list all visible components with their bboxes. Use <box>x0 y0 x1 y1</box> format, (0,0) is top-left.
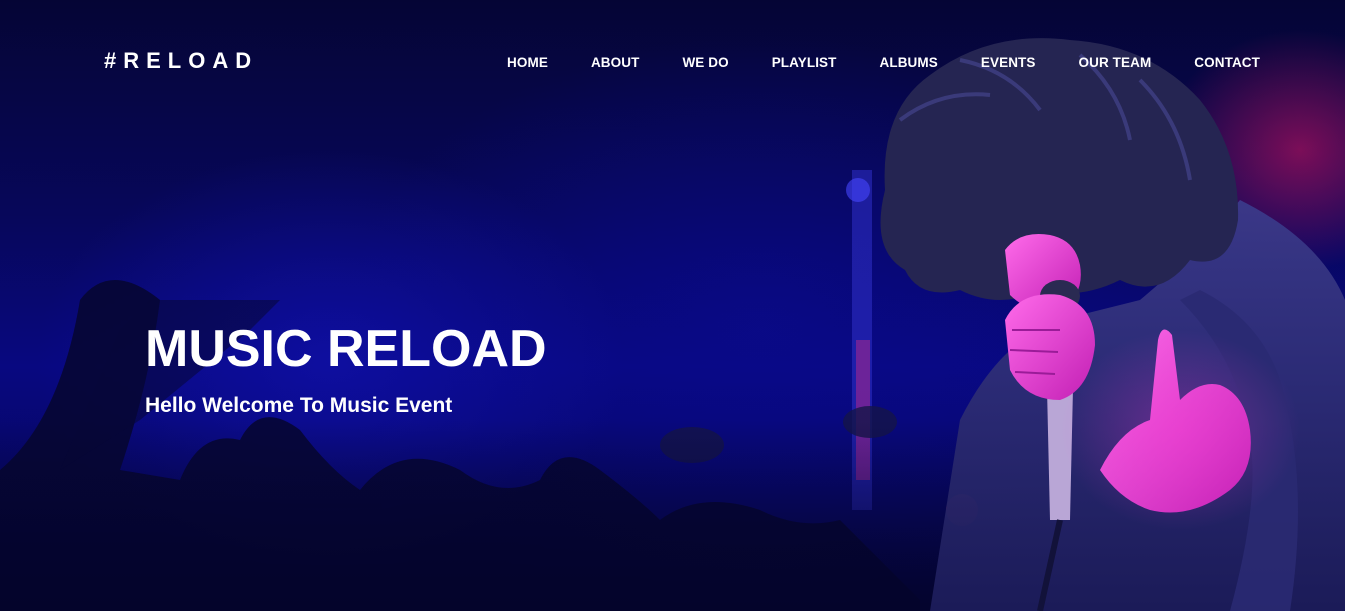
nav-link-events[interactable]: EVENTS <box>981 54 1036 72</box>
hero-section: #RELOAD HOME ABOUT WE DO PLAYLIST ALBUMS… <box>0 0 1345 611</box>
hero-background-photo <box>0 30 1345 611</box>
nav-item-home: HOME <box>507 54 548 72</box>
nav-item-albums: ALBUMS <box>880 54 938 72</box>
hero-title: MUSIC RELOAD <box>145 320 547 378</box>
nav-item-playlist: PLAYLIST <box>772 54 837 72</box>
nav-link-we-do[interactable]: WE DO <box>682 54 728 72</box>
nav-link-albums[interactable]: ALBUMS <box>880 54 938 72</box>
hero-subtitle: Hello Welcome To Music Event <box>145 394 453 417</box>
nav-item-events: EVENTS <box>981 54 1036 72</box>
nav-item-contact: CONTACT <box>1194 54 1260 72</box>
nav-link-home[interactable]: HOME <box>507 54 548 72</box>
nav-link-contact[interactable]: CONTACT <box>1194 54 1260 72</box>
nav-item-about: ABOUT <box>591 54 640 72</box>
nav-item-we-do: WE DO <box>682 54 728 72</box>
nav-item-our-team: OUR TEAM <box>1079 54 1152 72</box>
site-logo[interactable]: #RELOAD <box>104 48 258 74</box>
nav-link-playlist[interactable]: PLAYLIST <box>772 54 837 72</box>
nav-link-our-team[interactable]: OUR TEAM <box>1079 54 1152 72</box>
nav-link-about[interactable]: ABOUT <box>591 54 640 72</box>
main-navigation: HOME ABOUT WE DO PLAYLIST ALBUMS EVENTS … <box>507 54 1260 72</box>
